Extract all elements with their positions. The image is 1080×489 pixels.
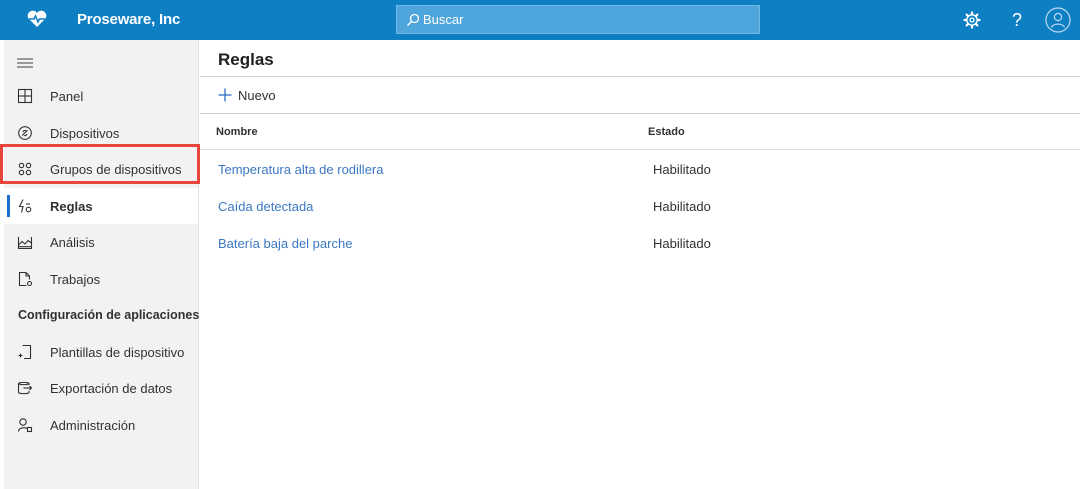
- page-title: Reglas: [218, 50, 274, 69]
- rule-name-link[interactable]: Temperatura alta de rodillera: [218, 162, 383, 177]
- selection-indicator: [7, 195, 10, 217]
- sidebar-item-trabajos[interactable]: Trabajos: [4, 261, 198, 297]
- divider: [200, 113, 1080, 114]
- sidebar-item-exportacion-de-datos[interactable]: Exportación de datos: [4, 370, 198, 406]
- dashboard-icon: [17, 88, 33, 104]
- sidebar-item-label: Dispositivos: [50, 126, 120, 141]
- rule-state: Habilitado: [653, 162, 711, 177]
- gear-icon[interactable]: [961, 9, 983, 31]
- divider: [200, 76, 1080, 77]
- sidebar-item-label: Análisis: [50, 235, 95, 250]
- device-template-icon: [18, 344, 32, 360]
- app-brand-name[interactable]: Proseware, Inc: [77, 11, 180, 28]
- sidebar-item-plantillas-de-dispositivo[interactable]: Plantillas de dispositivo: [4, 334, 198, 370]
- sidebar: Panel Dispositivos Grupos de dispositivo…: [4, 40, 199, 489]
- sidebar-item-label: Reglas: [50, 199, 93, 214]
- avatar-icon[interactable]: [1045, 7, 1071, 33]
- sidebar-item-panel[interactable]: Panel: [4, 78, 198, 114]
- section-title-app-config: Configuración de aplicaciones: [18, 308, 200, 322]
- sidebar-item-label: Administración: [50, 418, 136, 433]
- search-box[interactable]: [396, 5, 760, 34]
- search-input[interactable]: [423, 6, 743, 33]
- highlight-box: [0, 144, 200, 184]
- rule-state: Habilitado: [653, 236, 711, 251]
- rule-state: Habilitado: [653, 199, 711, 214]
- new-button-label: Nuevo: [238, 88, 276, 103]
- table-row: Caída detectada Habilitado: [200, 187, 1080, 223]
- sidebar-item-label: Trabajos: [50, 272, 101, 287]
- rule-name-link[interactable]: Caída detectada: [218, 199, 313, 214]
- rules-icon: [18, 199, 32, 213]
- heart-pulse-icon[interactable]: [26, 9, 48, 29]
- column-header-estado[interactable]: Estado: [648, 126, 685, 138]
- jobs-icon: [18, 271, 33, 287]
- devices-icon: [18, 126, 32, 140]
- rule-name-link[interactable]: Batería baja del parche: [218, 236, 352, 251]
- top-bar: Proseware, Inc ?: [0, 0, 1080, 40]
- table-row: Batería baja del parche Habilitado: [200, 224, 1080, 260]
- table-row: Temperatura alta de rodillera Habilitado: [200, 150, 1080, 186]
- data-export-icon: [17, 381, 33, 395]
- sidebar-item-label: Panel: [50, 89, 84, 104]
- hamburger-icon[interactable]: [17, 57, 33, 69]
- help-icon[interactable]: ?: [1006, 9, 1028, 31]
- sidebar-item-label: Exportación de datos: [50, 381, 173, 396]
- sidebar-item-administracion[interactable]: Administración: [4, 407, 198, 443]
- administration-icon: [17, 418, 33, 433]
- sidebar-item-reglas[interactable]: Reglas: [4, 188, 198, 224]
- plus-icon: [218, 88, 232, 102]
- column-header-nombre[interactable]: Nombre: [216, 126, 258, 138]
- search-icon: [407, 13, 420, 26]
- sidebar-item-label: Plantillas de dispositivo: [50, 345, 185, 360]
- sidebar-item-analisis[interactable]: Análisis: [4, 224, 198, 260]
- analytics-icon: [17, 237, 33, 250]
